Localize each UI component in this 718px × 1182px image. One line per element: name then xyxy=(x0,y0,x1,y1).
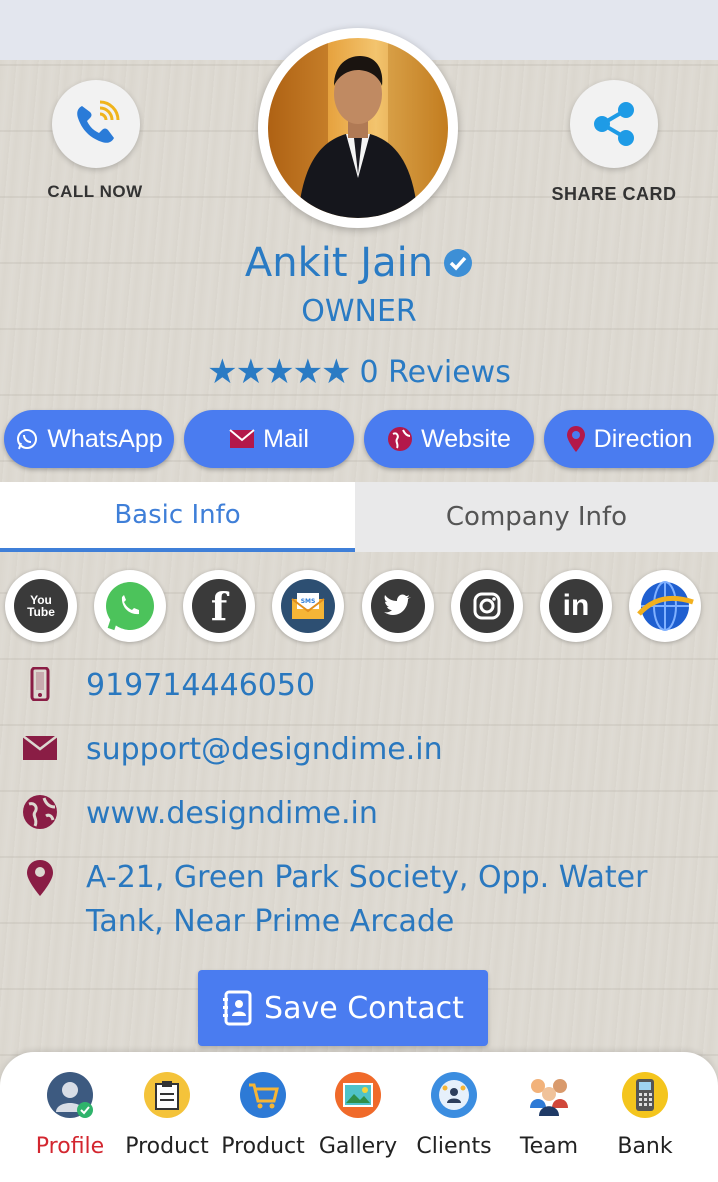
nav-team-label: Team xyxy=(519,1134,579,1159)
bank-icon xyxy=(622,1072,668,1118)
youtube-icon: You Tube xyxy=(14,579,68,633)
nav-profile-label: Profile xyxy=(35,1134,105,1159)
share-card-button[interactable] xyxy=(570,80,658,168)
email-row[interactable]: support@designdime.in xyxy=(0,728,718,772)
nav-clients-label: Clients xyxy=(416,1134,492,1159)
verified-badge-icon xyxy=(444,249,473,277)
bottom-navigation: Profile Product Product Gallery Clients … xyxy=(0,1052,718,1182)
nav-bank-label: Bank xyxy=(617,1134,673,1159)
website-url: www.designdime.in xyxy=(86,796,378,831)
youtube-link[interactable]: You Tube xyxy=(5,570,77,642)
profile-photo xyxy=(268,38,448,218)
share-icon xyxy=(594,102,634,146)
nav-profile[interactable]: Profile xyxy=(22,1072,118,1172)
avatar-frame xyxy=(258,28,458,228)
profile-icon xyxy=(47,1072,93,1118)
website-button[interactable]: Website xyxy=(364,410,534,468)
instagram-link[interactable] xyxy=(451,570,523,642)
contact-card-icon xyxy=(223,990,252,1026)
nav-gallery-label: Gallery xyxy=(318,1134,398,1159)
direction-label: Direction xyxy=(593,424,693,453)
website-link[interactable] xyxy=(629,570,701,642)
linkedin-icon: in xyxy=(549,579,603,633)
tab-company-info[interactable]: Company Info xyxy=(355,482,718,552)
whatsapp-link[interactable] xyxy=(94,570,166,642)
facebook-icon: f xyxy=(192,579,246,633)
tab-basic-info[interactable]: Basic Info xyxy=(0,482,355,552)
phone-icon xyxy=(77,100,120,143)
sms-link[interactable]: SMS xyxy=(272,570,344,642)
facebook-link[interactable]: f xyxy=(183,570,255,642)
location-pin-icon xyxy=(22,858,58,898)
call-now-label: CALL NOW xyxy=(47,182,143,201)
instagram-glyph-icon xyxy=(473,592,501,620)
sms-envelope-icon: SMS xyxy=(291,593,325,619)
address-row[interactable]: A-21, Green Park Society, Opp. Water Tan… xyxy=(0,856,718,948)
twitter-icon xyxy=(371,579,425,633)
address-text: A-21, Green Park Society, Opp. Water Tan… xyxy=(86,860,648,939)
twitter-bird-icon xyxy=(384,594,411,615)
team-icon xyxy=(526,1072,572,1118)
mail-label: Mail xyxy=(263,424,309,453)
product-cart-icon xyxy=(240,1072,286,1118)
globe-icon xyxy=(22,792,58,832)
clients-icon xyxy=(431,1072,477,1118)
website-row[interactable]: www.designdime.in xyxy=(0,792,718,836)
whatsapp-icon xyxy=(106,582,154,631)
save-contact-button[interactable]: Save Contact xyxy=(198,970,488,1046)
name-row: Ankit Jain xyxy=(0,240,718,286)
profile-name: Ankit Jain xyxy=(244,240,434,286)
instagram-icon xyxy=(460,579,514,633)
profile-title: OWNER xyxy=(301,294,417,329)
nav-product-label-2: Product xyxy=(221,1134,305,1159)
nav-team[interactable]: Team xyxy=(501,1072,597,1172)
save-contact-label: Save Contact xyxy=(264,990,464,1026)
linkedin-link[interactable]: in xyxy=(540,570,612,642)
globe-icon xyxy=(388,427,413,451)
avatar xyxy=(268,38,448,218)
social-links-row: You Tube f SMS in xyxy=(0,570,718,642)
envelope-icon xyxy=(22,728,58,768)
rating-stars-icon: ★★★★★ xyxy=(207,352,351,392)
nav-product-catalog[interactable]: Product xyxy=(119,1072,215,1172)
reviews-row[interactable]: ★★★★★ 0 Reviews xyxy=(0,352,718,392)
globe-icon xyxy=(637,581,694,631)
twitter-link[interactable] xyxy=(362,570,434,642)
whatsapp-button[interactable]: WhatsApp xyxy=(4,410,174,468)
nav-clients[interactable]: Clients xyxy=(406,1072,502,1172)
nav-product-label-1: Product xyxy=(125,1134,209,1159)
sms-icon: SMS xyxy=(281,579,335,633)
nav-gallery[interactable]: Gallery xyxy=(310,1072,406,1172)
share-card-label: SHARE CARD xyxy=(551,184,677,204)
reviews-count: 0 Reviews xyxy=(359,354,511,390)
mail-icon xyxy=(229,429,255,448)
sms-text: SMS xyxy=(301,598,316,605)
nav-bank[interactable]: Bank xyxy=(597,1072,693,1172)
whatsapp-label: WhatsApp xyxy=(47,424,163,453)
gallery-icon xyxy=(335,1072,381,1118)
website-label: Website xyxy=(421,424,511,453)
phone-row[interactable]: 919714446050 xyxy=(0,664,718,708)
phone-number: 919714446050 xyxy=(86,668,316,703)
nav-product-shop[interactable]: Product xyxy=(215,1072,311,1172)
youtube-icon-text: You Tube xyxy=(27,593,55,619)
mobile-phone-icon xyxy=(22,664,58,704)
call-now-button[interactable] xyxy=(52,80,140,168)
direction-button[interactable]: Direction xyxy=(544,410,714,468)
info-tabs: Basic Info Company Info xyxy=(0,482,718,552)
map-pin-icon xyxy=(566,426,585,452)
whatsapp-icon xyxy=(17,429,38,450)
product-clipboard-icon xyxy=(144,1072,190,1118)
mail-button[interactable]: Mail xyxy=(184,410,354,468)
email-address: support@designdime.in xyxy=(86,732,443,767)
